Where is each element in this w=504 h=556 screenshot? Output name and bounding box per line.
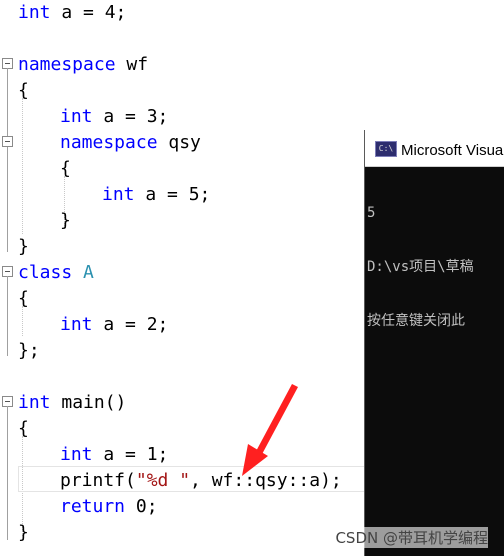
- code-line[interactable]: int a = 3;: [60, 104, 168, 130]
- code-token: printf(: [60, 470, 136, 491]
- code-token: A: [83, 262, 94, 283]
- debug-console-window[interactable]: C:\ Microsoft Visual Studio 调试控制台 5 D:\v…: [364, 130, 504, 556]
- code-line[interactable]: }: [60, 208, 71, 234]
- code-line[interactable]: namespace qsy: [60, 130, 201, 156]
- code-token: a = 5;: [134, 184, 211, 205]
- fold-line: [7, 68, 8, 252]
- code-token: class: [18, 262, 73, 283]
- red-arrow-annotation: [242, 384, 298, 476]
- console-output-line: D:\vs项目\草稿: [367, 259, 474, 275]
- code-line[interactable]: int a = 5;: [102, 182, 210, 208]
- code-line[interactable]: int main(): [18, 390, 126, 416]
- code-token: int: [102, 184, 135, 205]
- code-token: "%d ": [135, 470, 191, 491]
- code-line[interactable]: {: [18, 416, 29, 442]
- code-line[interactable]: }: [18, 234, 29, 260]
- code-line[interactable]: int a = 2;: [60, 312, 168, 338]
- code-token: 0;: [125, 496, 158, 517]
- code-line[interactable]: printf("%d ", wf::qsy::a);: [60, 468, 342, 494]
- code-line[interactable]: {: [60, 156, 71, 182]
- code-token: {: [18, 418, 29, 439]
- indent-guide: [22, 98, 23, 234]
- code-line[interactable]: {: [18, 286, 29, 312]
- code-token: a = 3;: [92, 106, 169, 127]
- console-output: 5 D:\vs项目\草稿 按任意键关闭此: [367, 168, 474, 366]
- code-token: int: [60, 444, 93, 465]
- console-title-bar[interactable]: C:\ Microsoft Visual Studio 调试控制台: [365, 130, 504, 167]
- code-token: qsy: [157, 132, 201, 153]
- code-line[interactable]: int a = 4;: [18, 0, 126, 26]
- code-token: return: [60, 496, 126, 517]
- code-token: }: [18, 522, 29, 543]
- code-line[interactable]: {: [18, 78, 29, 104]
- code-token: main(): [50, 392, 127, 413]
- collapse-namespace-qsy-icon[interactable]: [2, 136, 13, 147]
- code-line[interactable]: class A: [18, 260, 94, 286]
- fold-line: [7, 276, 8, 356]
- code-token: wf: [115, 54, 149, 75]
- code-token: namespace: [60, 132, 158, 153]
- code-token: a = 4;: [50, 2, 127, 23]
- watermark: CSDN @带耳机学编程: [335, 527, 488, 548]
- code-token: int: [18, 392, 51, 413]
- console-title: Microsoft Visual Studio 调试控制台: [401, 142, 504, 159]
- code-line[interactable]: };: [18, 338, 40, 364]
- code-line[interactable]: namespace wf: [18, 52, 148, 78]
- code-line[interactable]: int a = 1;: [60, 442, 168, 468]
- code-line[interactable]: return 0;: [60, 494, 158, 520]
- code-token: }: [60, 210, 71, 231]
- code-token: a = 1;: [92, 444, 169, 465]
- code-token: int: [18, 2, 51, 23]
- console-output-line: 5: [367, 205, 376, 221]
- code-token: namespace: [18, 54, 116, 75]
- code-token: int: [60, 106, 93, 127]
- code-token: };: [18, 340, 40, 361]
- code-token: int: [60, 314, 93, 335]
- code-token: {: [18, 288, 29, 309]
- console-app-icon: C:\: [375, 141, 397, 157]
- fold-line: [7, 406, 8, 540]
- code-token: {: [60, 158, 71, 179]
- code-token: }: [18, 236, 29, 257]
- console-output-line: 按任意键关闭此: [367, 313, 465, 329]
- code-line[interactable]: }: [18, 520, 29, 546]
- code-token: {: [18, 80, 29, 101]
- code-token: a = 2;: [92, 314, 169, 335]
